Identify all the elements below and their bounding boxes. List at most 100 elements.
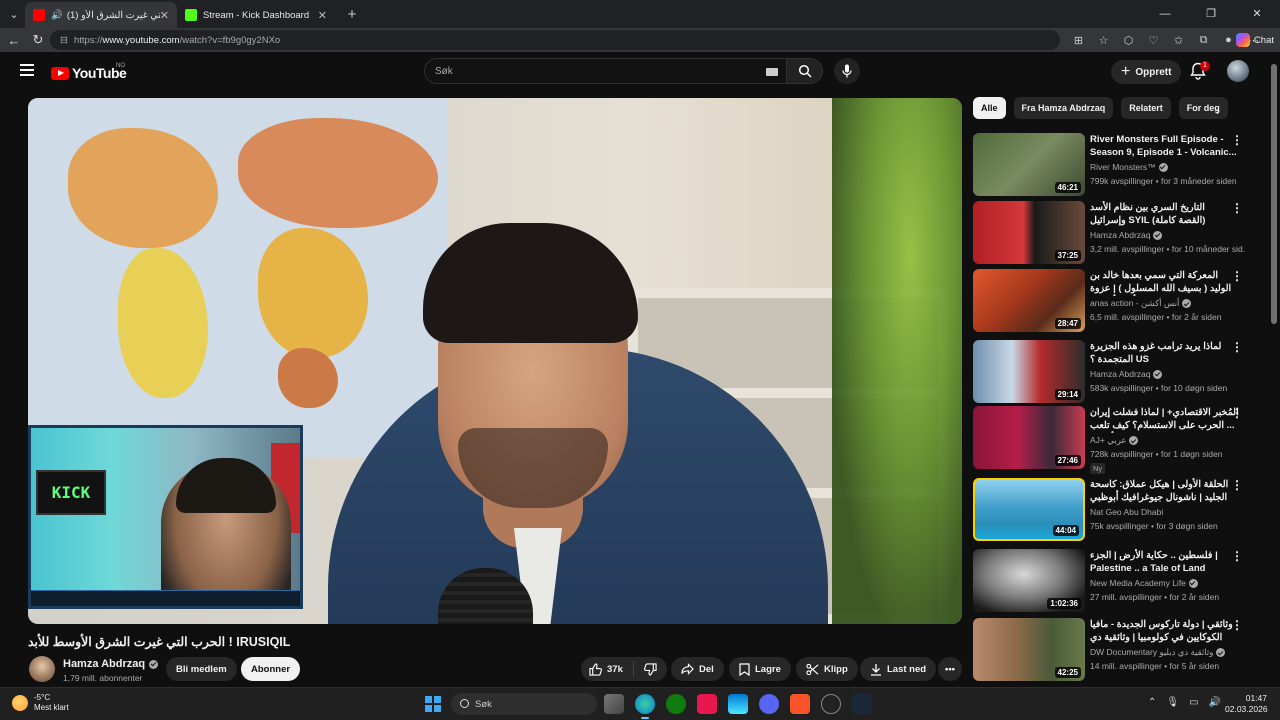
- chevron-up-icon[interactable]: ⌃: [1148, 697, 1156, 708]
- channel-name-row[interactable]: River Monsters™: [1090, 162, 1168, 172]
- channel-name-row[interactable]: New Media Academy Life: [1090, 578, 1198, 588]
- more-vertical-icon[interactable]: ⋮: [1231, 618, 1243, 632]
- channel-name-row[interactable]: AJ+ عربي: [1090, 435, 1139, 446]
- video-thumbnail[interactable]: 27:46: [973, 406, 1085, 469]
- clock[interactable]: 01:47 02.03.2026: [1225, 693, 1268, 715]
- join-button[interactable]: Bli medlem: [166, 657, 237, 681]
- site-info-icon[interactable]: ⊟: [60, 35, 68, 46]
- more-vertical-icon[interactable]: ⋮: [1231, 406, 1243, 420]
- channel-name-row[interactable]: DW Documentary وثائقية دي دبليو: [1090, 647, 1226, 658]
- maximize-icon[interactable]: ❐: [1188, 0, 1234, 28]
- menu-icon[interactable]: [20, 64, 34, 76]
- close-tab-icon[interactable]: ✕: [318, 9, 327, 22]
- task-view-icon[interactable]: [604, 694, 624, 714]
- video-player[interactable]: KICK: [28, 98, 962, 624]
- search-button[interactable]: [787, 58, 823, 84]
- page-scrollbar[interactable]: [1268, 52, 1280, 687]
- edge-browser-icon[interactable]: [635, 694, 655, 719]
- account-avatar[interactable]: [1227, 60, 1249, 82]
- tab-kick[interactable]: Stream - Kick Dashboard ✕: [177, 2, 335, 28]
- search-input[interactable]: Søk: [424, 58, 787, 84]
- list-item[interactable]: 37:25 التاريخ السري بين نظام الأسد وإسرا…: [973, 201, 1253, 265]
- video-thumbnail[interactable]: 1:02:36: [973, 549, 1085, 612]
- reload-icon[interactable]: ↻: [26, 32, 50, 48]
- video-title[interactable]: فلسطين .. حكاية الأرض | الجزء | Palestin…: [1090, 549, 1240, 575]
- save-button[interactable]: Lagre: [729, 657, 791, 681]
- weather-widget[interactable]: -5°C Mest klart: [12, 693, 69, 713]
- extension-icon[interactable]: ⬡: [1116, 34, 1141, 47]
- list-item[interactable]: 1:02:36 فلسطين .. حكاية الأرض | الجزء | …: [973, 549, 1253, 613]
- voice-search-button[interactable]: [834, 58, 860, 84]
- video-thumbnail[interactable]: 44:04: [973, 478, 1085, 541]
- brave-browser-icon[interactable]: [790, 694, 810, 714]
- more-vertical-icon[interactable]: ⋮: [1231, 201, 1243, 215]
- channel-name-row[interactable]: Hamza Abdrzaq: [1090, 230, 1163, 240]
- video-thumbnail[interactable]: 46:21: [973, 133, 1085, 196]
- chip-all[interactable]: Alle: [973, 97, 1006, 119]
- more-vertical-icon[interactable]: ⋮: [1231, 269, 1243, 283]
- more-vertical-icon[interactable]: ⋮: [1231, 478, 1243, 492]
- channel-name-row[interactable]: Hamza Abdrzaq: [1090, 369, 1163, 379]
- chevron-right-icon[interactable]: ›: [1216, 104, 1220, 118]
- xbox-icon[interactable]: [666, 694, 686, 714]
- video-thumbnail[interactable]: 37:25: [973, 201, 1085, 264]
- channel-avatar[interactable]: [29, 656, 55, 682]
- list-item[interactable]: 46:21 River Monsters Full Episode - Seas…: [973, 133, 1253, 197]
- scrollbar-thumb[interactable]: [1271, 64, 1277, 324]
- more-vertical-icon[interactable]: ⋮: [1231, 133, 1243, 147]
- keyboard-icon[interactable]: [766, 68, 778, 76]
- video-thumbnail[interactable]: 42:25: [973, 618, 1085, 681]
- display-icon[interactable]: ▭: [1189, 697, 1198, 708]
- subscribe-button[interactable]: Abonner: [241, 657, 301, 681]
- tab-youtube[interactable]: 🔊 (1) الحرب التي غيرت الشرق الأو ✕: [25, 2, 177, 28]
- more-vertical-icon[interactable]: ⋮: [1231, 340, 1243, 354]
- video-title[interactable]: الحلقة الأولى | هيكل عملاق: كاسحة الجليد…: [1090, 478, 1240, 504]
- more-actions-button[interactable]: •••: [938, 657, 962, 681]
- list-item[interactable]: 42:25 وثائقي | دولة تاركوس الجديدة - ماف…: [973, 618, 1253, 682]
- favorite-icon[interactable]: ☆: [1091, 34, 1116, 47]
- more-vertical-icon[interactable]: ⋮: [1231, 549, 1243, 563]
- channel-name-row[interactable]: Nat Geo Abu Dhabi: [1090, 507, 1163, 517]
- back-icon[interactable]: ←: [2, 33, 26, 48]
- video-title[interactable]: المُخبر الاقتصادي+ | لماذا فشلت إيران ..…: [1090, 406, 1240, 433]
- video-thumbnail[interactable]: 28:47: [973, 269, 1085, 332]
- video-title[interactable]: River Monsters Full Episode - Season 9, …: [1090, 133, 1240, 159]
- steam-icon[interactable]: [852, 694, 872, 714]
- share-button[interactable]: Del: [671, 657, 724, 681]
- adobe-app-icon[interactable]: [697, 694, 717, 714]
- close-window-icon[interactable]: ✕: [1234, 0, 1280, 28]
- chip-from-channel[interactable]: Fra Hamza Abdrzaq: [1013, 97, 1114, 119]
- store-icon[interactable]: [728, 694, 748, 714]
- discord-icon[interactable]: [759, 694, 779, 714]
- tab-actions-chevron-icon[interactable]: ⌄: [3, 3, 25, 25]
- list-item[interactable]: 29:14 لماذا يريد ترامب غزو هذه الجزيرة ا…: [973, 340, 1253, 404]
- app-available-icon[interactable]: ⊞: [1066, 34, 1091, 47]
- list-item[interactable]: 44:04 الحلقة الأولى | هيكل عملاق: كاسحة …: [973, 478, 1253, 542]
- list-item[interactable]: 27:46 المُخبر الاقتصادي+ | لماذا فشلت إي…: [973, 406, 1253, 474]
- volume-icon[interactable]: 🔊: [1209, 697, 1221, 708]
- chip-related[interactable]: Relatert: [1121, 97, 1171, 119]
- taskbar-search[interactable]: Søk: [451, 693, 597, 715]
- channel-name-row[interactable]: anas action - أنس أكشن: [1090, 298, 1192, 309]
- new-tab-icon[interactable]: +: [341, 6, 363, 23]
- clip-button[interactable]: Klipp: [796, 657, 858, 681]
- copilot-chat-button[interactable]: Chat: [1235, 31, 1274, 49]
- close-tab-icon[interactable]: ✕: [160, 9, 169, 22]
- audio-icon[interactable]: 🔊: [51, 10, 63, 21]
- windows-start-icon[interactable]: [425, 696, 441, 712]
- browser-essentials-icon[interactable]: ♡: [1141, 34, 1166, 47]
- list-item[interactable]: 28:47 المعركة التي سمي بعدها خالد بن الو…: [973, 269, 1253, 333]
- video-title[interactable]: المعركة التي سمي بعدها خالد بن الوليد ( …: [1090, 269, 1240, 296]
- microphone-tray-icon[interactable]: 🎙: [1166, 697, 1179, 708]
- minimize-icon[interactable]: —: [1142, 0, 1188, 28]
- chip-for-you[interactable]: For deg: [1178, 97, 1228, 119]
- dislike-button[interactable]: [634, 662, 667, 676]
- download-button[interactable]: Last ned: [860, 657, 937, 681]
- create-button[interactable]: + Opprett: [1111, 60, 1182, 84]
- video-title[interactable]: لماذا يريد ترامب غزو هذه الجزيرة المتجمد…: [1090, 340, 1240, 366]
- video-thumbnail[interactable]: 29:14: [973, 340, 1085, 403]
- video-title[interactable]: التاريخ السري بين نظام الأسد وإسرائيل SY…: [1090, 201, 1240, 227]
- url-field[interactable]: ⊟ https://www.youtube.com/watch?v=fb9g0g…: [50, 30, 1060, 50]
- favorites-icon[interactable]: ✩: [1166, 34, 1191, 47]
- obs-icon[interactable]: [821, 694, 841, 714]
